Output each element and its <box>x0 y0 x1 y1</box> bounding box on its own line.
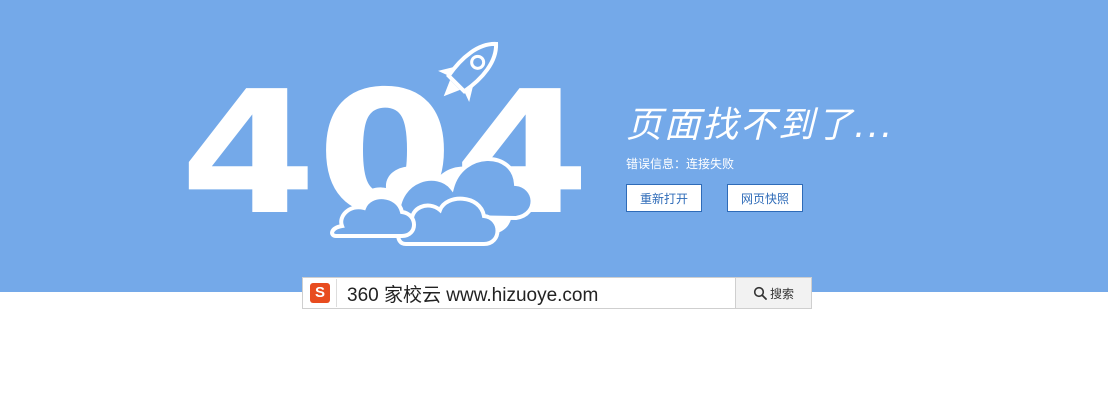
error-message: 连接失败 <box>686 157 735 171</box>
search-button[interactable]: 搜索 <box>735 278 811 308</box>
404-illustration: 404 <box>180 41 590 253</box>
snapshot-button[interactable]: 网页快照 <box>727 184 803 212</box>
sogou-logo-icon: S <box>310 283 330 303</box>
search-bar: S 搜索 <box>302 277 812 309</box>
search-icon <box>753 286 767 300</box>
page-title: 页面找不到了... <box>626 105 895 146</box>
search-button-label: 搜索 <box>769 286 794 301</box>
search-input[interactable] <box>339 280 735 306</box>
reopen-button[interactable]: 重新打开 <box>626 184 702 212</box>
error-label: 错误信息： <box>626 157 687 171</box>
error-banner: 404 页面找不到了... 错误信息：连接失败 重新打开 网页快照 <box>0 0 1108 292</box>
error-info: 错误信息：连接失败 <box>626 155 734 172</box>
search-engine-logo[interactable]: S <box>304 279 337 307</box>
